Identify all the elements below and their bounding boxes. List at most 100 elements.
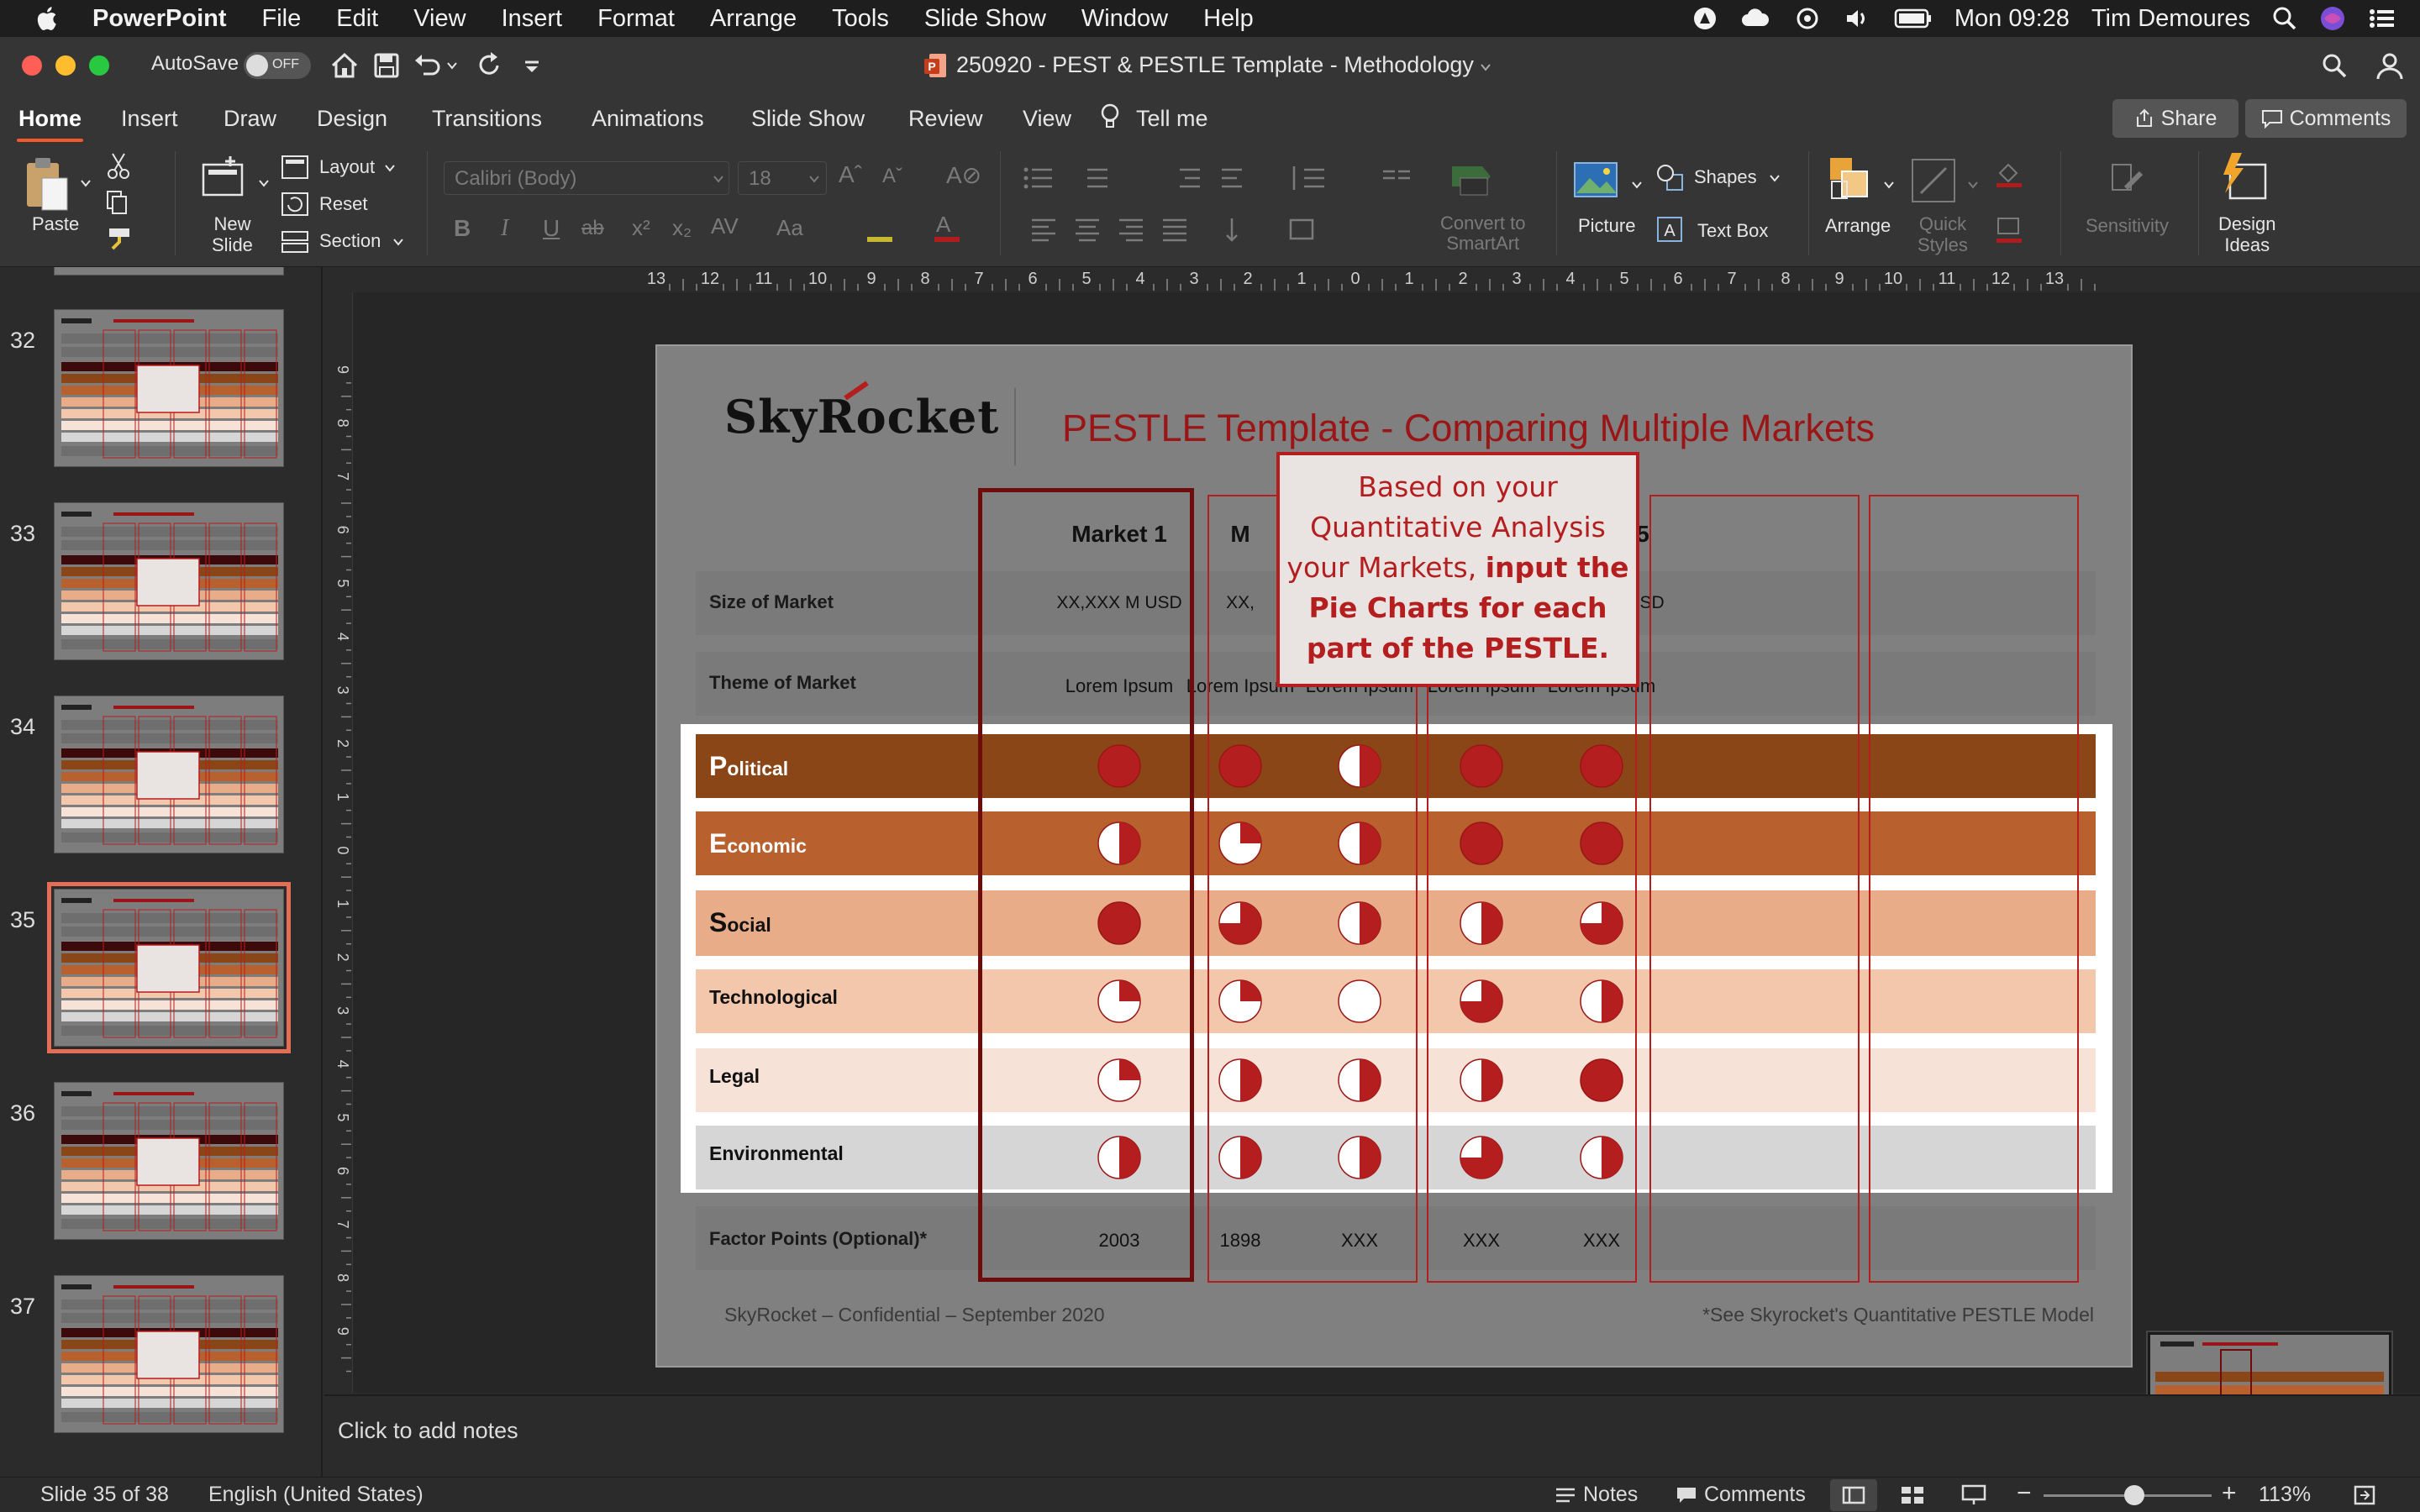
- copy-icon[interactable]: [104, 190, 134, 215]
- arrange-dropdown-icon[interactable]: [1882, 178, 1896, 192]
- italic-icon[interactable]: I: [501, 215, 508, 242]
- tab-insert[interactable]: Insert: [121, 106, 178, 132]
- zoom-slider-thumb[interactable]: [2124, 1485, 2144, 1505]
- slide-thumbnail[interactable]: [54, 502, 284, 660]
- tab-transitions[interactable]: Transitions: [432, 106, 542, 132]
- font-color-icon[interactable]: A: [933, 212, 961, 242]
- zoom-slider[interactable]: [2044, 1485, 2212, 1505]
- reading-view-icon[interactable]: [1961, 1484, 1986, 1506]
- subscript-icon[interactable]: x₂: [672, 215, 692, 241]
- language-indicator[interactable]: English (United States): [208, 1483, 424, 1507]
- menu-format[interactable]: Format: [597, 5, 675, 33]
- close-window-button[interactable]: [22, 55, 42, 76]
- arrange-icon[interactable]: [1825, 155, 1876, 205]
- market-5-frame[interactable]: [1869, 495, 2079, 1283]
- tab-slide-show[interactable]: Slide Show: [751, 106, 865, 132]
- adobe-icon[interactable]: [1692, 6, 1718, 31]
- title-chevron-down-icon[interactable]: [1479, 60, 1492, 74]
- menu-insert[interactable]: Insert: [502, 5, 563, 33]
- zoom-level[interactable]: 113%: [2259, 1483, 2311, 1507]
- decrease-font-size-icon[interactable]: Aˇ: [882, 165, 902, 188]
- paste-icon[interactable]: [22, 155, 72, 213]
- volume-icon[interactable]: [1844, 6, 1872, 31]
- menu-file[interactable]: File: [262, 5, 302, 33]
- market-4-frame[interactable]: [1649, 495, 1860, 1283]
- shape-fill-icon[interactable]: [1995, 160, 2023, 188]
- vertical-ruler[interactable]: 9 8 7 6 5 4 3 2 1 0 1 2 3 4 5 6 7 8 9: [323, 292, 353, 1393]
- paste-button[interactable]: Paste: [32, 213, 79, 235]
- layout-dropdown-icon[interactable]: [383, 161, 397, 175]
- arrange-button[interactable]: Arrange: [1825, 215, 1891, 237]
- account-icon[interactable]: [2375, 50, 2405, 81]
- section-dropdown-icon[interactable]: [392, 235, 405, 249]
- design-ideas-icon[interactable]: [2217, 151, 2270, 205]
- slide-thumbnail[interactable]: [54, 1275, 284, 1433]
- tell-me-search[interactable]: Tell me: [1136, 106, 1208, 132]
- clear-formatting-icon[interactable]: A⊘: [946, 161, 981, 189]
- undo-dropdown-icon[interactable]: [445, 59, 459, 72]
- reset-button[interactable]: Reset: [319, 193, 367, 215]
- apple-icon[interactable]: [34, 4, 62, 33]
- picture-icon[interactable]: [1573, 160, 1622, 202]
- quick-styles-icon[interactable]: [1909, 155, 1963, 208]
- menu-slide-show[interactable]: Slide Show: [924, 5, 1046, 33]
- slide-thumbnail[interactable]: [54, 309, 284, 467]
- shape-outline-icon[interactable]: [1995, 215, 2023, 244]
- menu-arrange[interactable]: Arrange: [710, 5, 797, 33]
- creative-cloud-icon[interactable]: [1739, 6, 1771, 31]
- paste-dropdown-icon[interactable]: [79, 176, 92, 190]
- menu-help[interactable]: Help: [1203, 5, 1254, 33]
- slide-thumbnail[interactable]: [54, 696, 284, 853]
- save-icon[interactable]: [371, 50, 402, 81]
- slide-thumbnail[interactable]: [47, 882, 291, 1053]
- increase-font-size-icon[interactable]: Aˆ: [839, 161, 862, 188]
- shapes-dropdown-icon[interactable]: [1768, 171, 1781, 185]
- tab-review[interactable]: Review: [908, 106, 983, 132]
- menubar-clock[interactable]: Mon 09:28: [1954, 5, 2070, 33]
- columns-icon[interactable]: [1380, 163, 1430, 193]
- normal-view-button[interactable]: [1830, 1479, 1877, 1511]
- picture-button[interactable]: Picture: [1578, 215, 1635, 237]
- convert-smartart-button[interactable]: Convert to SmartArt: [1440, 213, 1526, 254]
- menu-window[interactable]: Window: [1081, 5, 1168, 33]
- new-slide-button[interactable]: New Slide: [212, 213, 253, 255]
- tab-view[interactable]: View: [1023, 106, 1071, 132]
- strikethrough-icon[interactable]: ab: [581, 217, 604, 240]
- superscript-icon[interactable]: x²: [632, 215, 650, 241]
- market-1-highlight-frame[interactable]: [978, 488, 1194, 1282]
- menu-view[interactable]: View: [413, 5, 466, 33]
- menu-edit[interactable]: Edit: [336, 5, 378, 33]
- underline-icon[interactable]: U: [543, 215, 560, 242]
- menu-app-name[interactable]: PowerPoint: [92, 5, 227, 33]
- font-size-dropdown[interactable]: 18: [738, 161, 827, 195]
- tab-design[interactable]: Design: [317, 106, 387, 132]
- sensitivity-button[interactable]: Sensitivity: [2086, 215, 2169, 237]
- battery-icon[interactable]: [1894, 8, 1933, 29]
- smartart-icon[interactable]: [1447, 160, 1497, 202]
- zoom-out-button[interactable]: −: [2017, 1479, 2032, 1508]
- shapes-button[interactable]: Shapes: [1694, 166, 1757, 188]
- bold-icon[interactable]: B: [454, 215, 471, 242]
- alignment-icons[interactable]: [1030, 215, 1190, 244]
- zoom-window-button[interactable]: [89, 55, 109, 76]
- text-box-button[interactable]: Text Box: [1697, 220, 1768, 242]
- comments-button[interactable]: Comments: [2245, 99, 2407, 138]
- siri-icon[interactable]: [2319, 5, 2346, 32]
- design-ideas-button[interactable]: Design Ideas: [2218, 213, 2275, 255]
- new-slide-icon[interactable]: [198, 155, 249, 205]
- slide-thumbnail[interactable]: [54, 1082, 284, 1240]
- list-indent-icons[interactable]: [1023, 163, 1242, 193]
- notes-pane[interactable]: Click to add notes: [324, 1394, 2420, 1477]
- undo-icon[interactable]: [412, 50, 442, 81]
- menu-tools[interactable]: Tools: [832, 5, 889, 33]
- menubar-user[interactable]: Tim Demoures: [2091, 5, 2250, 33]
- control-center-icon[interactable]: [2368, 6, 2396, 31]
- slide-35[interactable]: SkyRocket PESTLE Template - Comparing Mu…: [655, 344, 2133, 1368]
- customize-toolbar-icon[interactable]: [521, 55, 543, 77]
- format-painter-icon[interactable]: [106, 225, 134, 254]
- document-title[interactable]: 250920 - PEST & PESTLE Template - Method…: [956, 52, 1474, 78]
- minimize-window-button[interactable]: [55, 55, 76, 76]
- notes-toggle-button[interactable]: Notes: [1583, 1483, 1638, 1507]
- fit-to-window-icon[interactable]: [2353, 1484, 2376, 1506]
- comments-toggle-button[interactable]: Comments: [1704, 1483, 1806, 1507]
